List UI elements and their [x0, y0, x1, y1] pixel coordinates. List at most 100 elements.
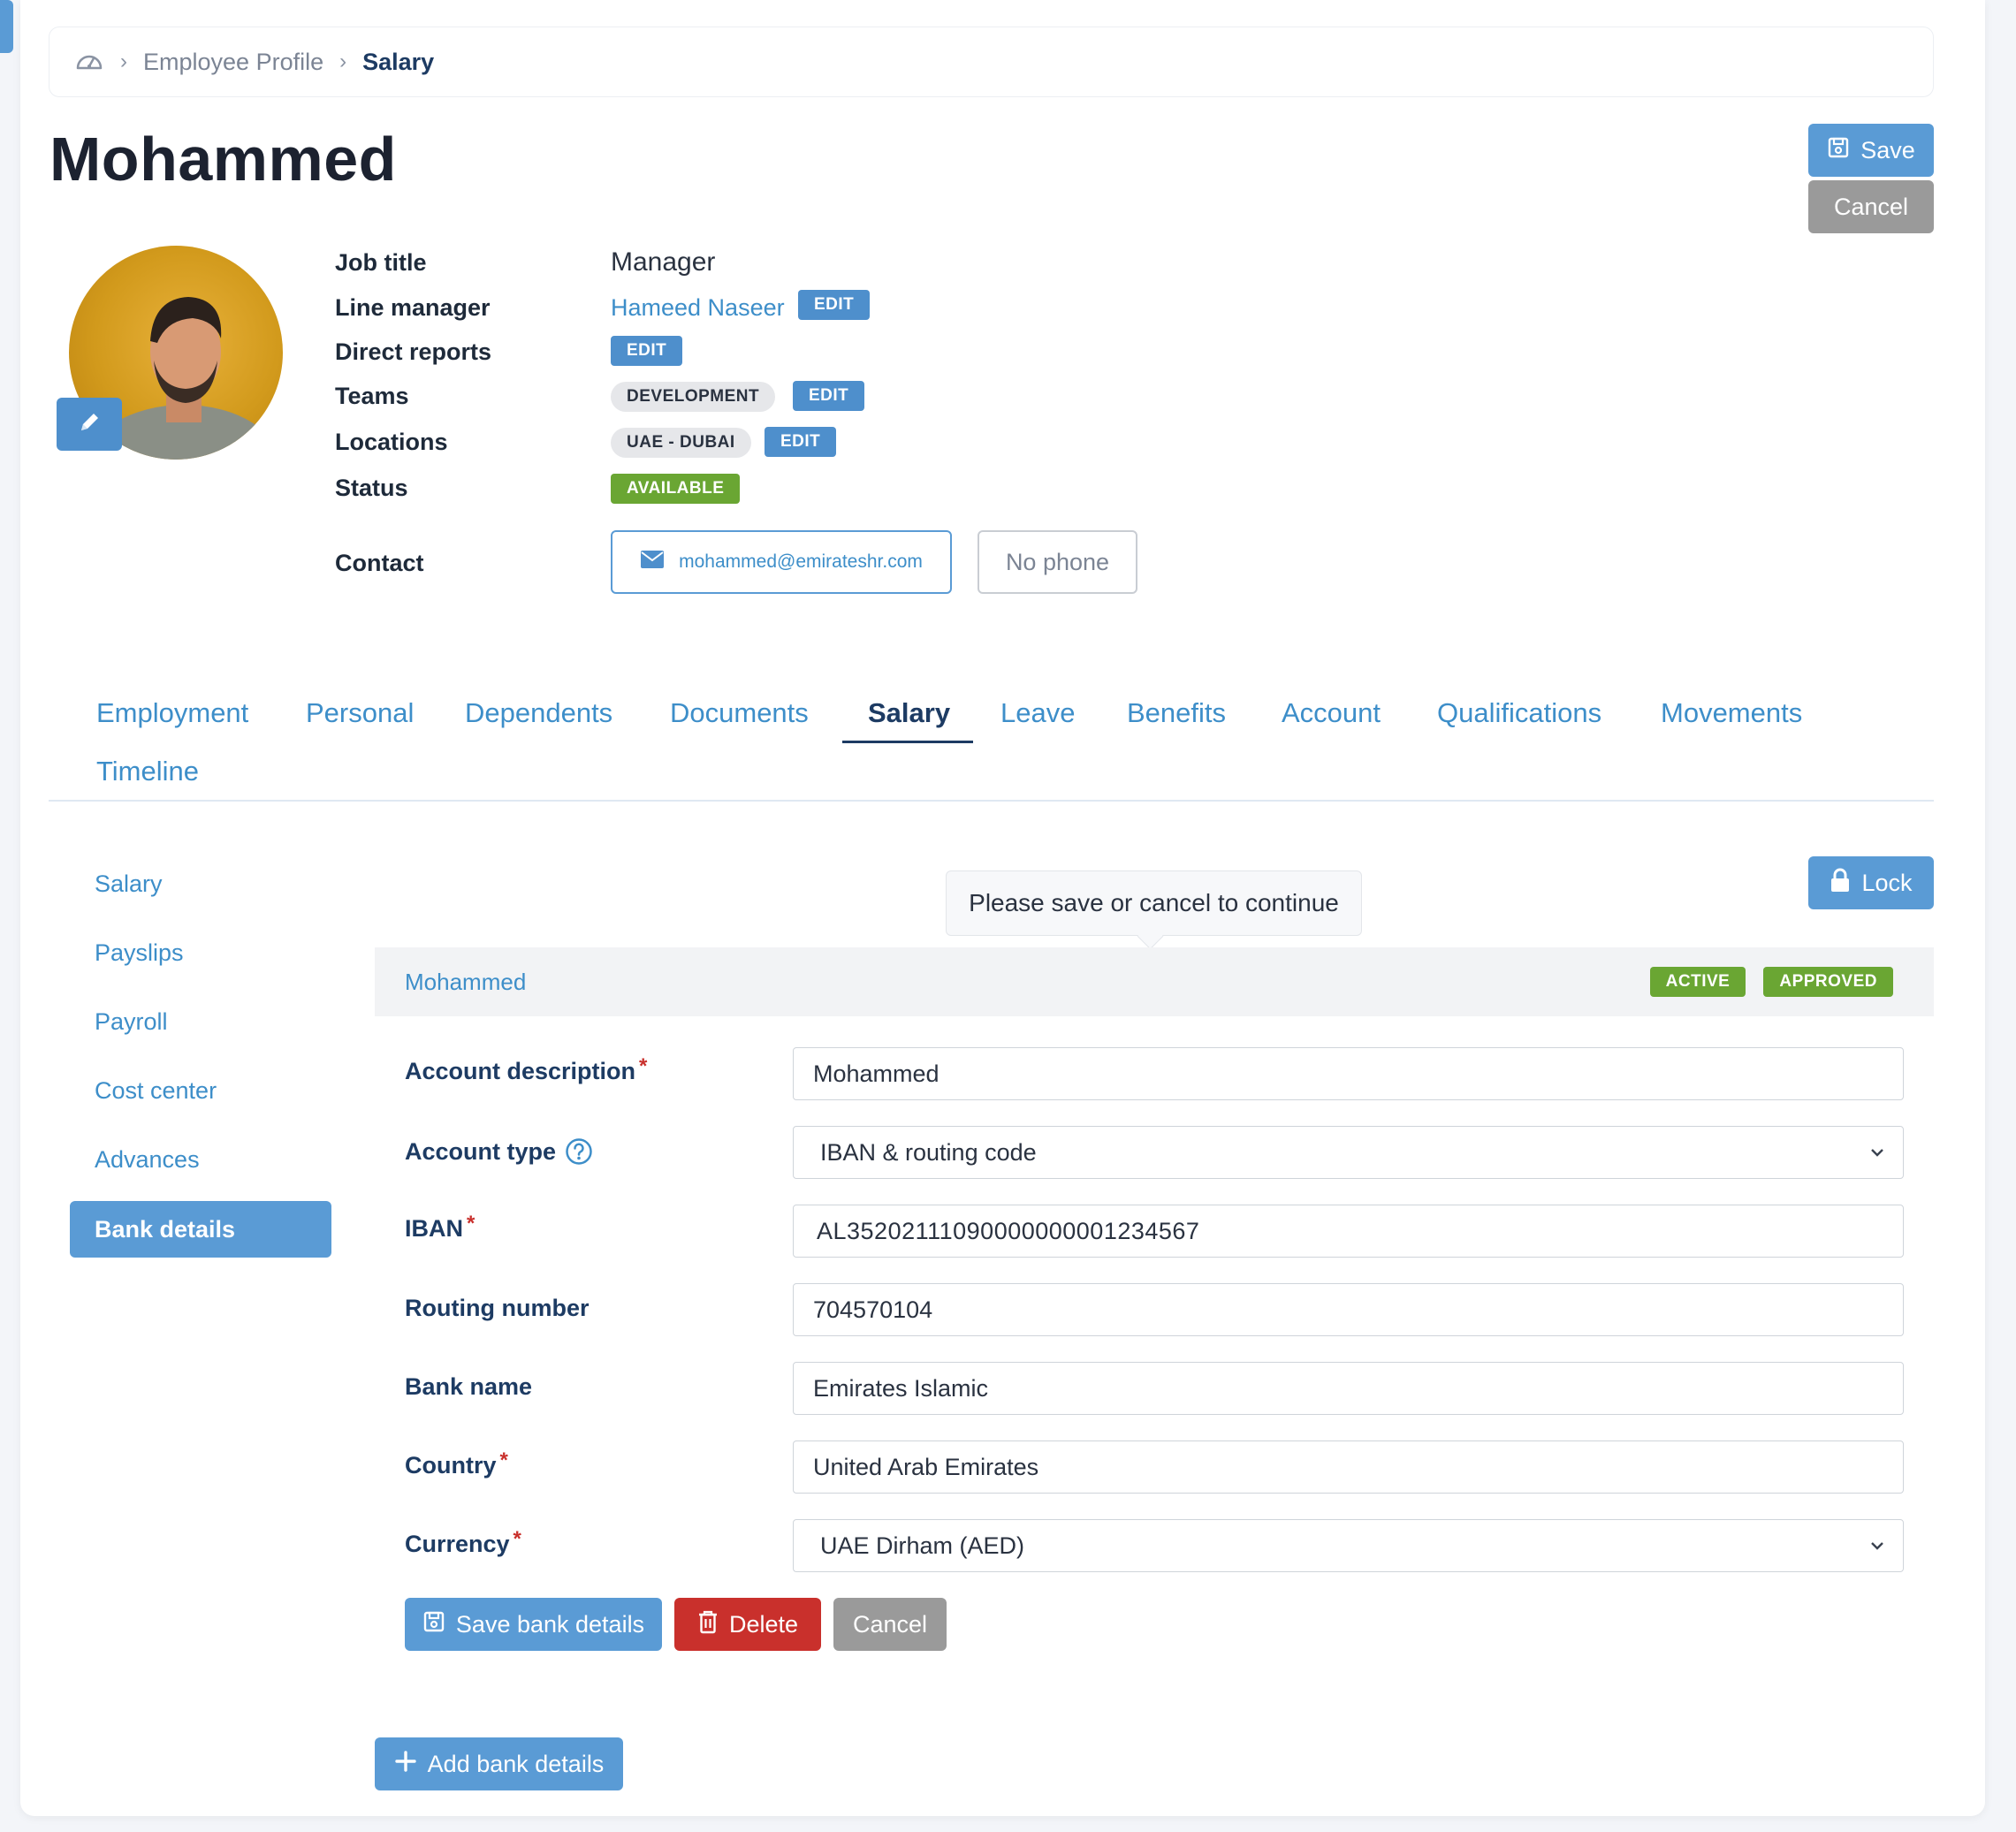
save-bank-label: Save bank details	[455, 1610, 645, 1638]
sidebar-item-payslips[interactable]: Payslips	[95, 939, 184, 967]
trash-icon	[697, 1609, 719, 1640]
tab-employment[interactable]: Employment	[96, 697, 248, 729]
locations-label: Locations	[335, 429, 448, 455]
account-description-input[interactable]: Mohammed	[793, 1047, 1904, 1100]
tab-account[interactable]: Account	[1282, 697, 1381, 729]
account-description-value: Mohammed	[813, 1060, 940, 1087]
email-button[interactable]: mohammed@emirateshr.com	[611, 530, 952, 594]
edit-direct-reports-button[interactable]: EDIT	[611, 336, 683, 366]
lock-label: Lock	[1861, 869, 1913, 896]
sidebar-item-bank-details[interactable]: Bank details	[70, 1201, 331, 1258]
required-asterisk: *	[513, 1526, 521, 1551]
avatar-edit-button[interactable]	[57, 398, 122, 451]
edit-locations-button[interactable]: EDIT	[765, 427, 837, 457]
cancel-bank-button[interactable]: Cancel	[833, 1598, 947, 1651]
iban-value: AL35202111090000000001234567	[817, 1217, 1200, 1244]
envelope-icon	[640, 550, 665, 574]
sidebar-item-label: Bank details	[95, 1215, 236, 1243]
pencil-icon	[77, 410, 102, 439]
save-button[interactable]: Save	[1808, 124, 1934, 177]
country-input[interactable]: United Arab Emirates	[793, 1441, 1904, 1494]
breadcrumb: › Employee Profile › Salary	[49, 27, 1934, 97]
account-description-label-text: Account description	[405, 1058, 636, 1084]
iban-input[interactable]: AL35202111090000000001234567	[793, 1205, 1904, 1258]
breadcrumb-employee-profile[interactable]: Employee Profile	[143, 49, 323, 76]
chevron-down-icon	[1866, 1141, 1889, 1170]
line-manager-link[interactable]: Hameed Naseer	[611, 294, 785, 322]
tooltip-text: Please save or cancel to continue	[969, 889, 1339, 916]
bank-name-label: Bank name	[405, 1373, 532, 1401]
required-asterisk: *	[639, 1053, 648, 1078]
account-type-select[interactable]: IBAN & routing code	[793, 1126, 1904, 1179]
routing-number-input[interactable]: 704570104	[793, 1283, 1904, 1336]
dashboard-gauge-icon[interactable]	[74, 47, 104, 77]
currency-select[interactable]: UAE Dirham (AED)	[793, 1519, 1904, 1572]
currency-label-text: Currency	[405, 1531, 510, 1557]
routing-number-value: 704570104	[813, 1296, 933, 1323]
active-tab-indicator	[842, 741, 973, 743]
save-disk-icon	[422, 1610, 445, 1639]
contact-label: Contact	[335, 550, 424, 576]
plus-icon	[394, 1750, 417, 1779]
tab-leave[interactable]: Leave	[1000, 697, 1075, 729]
required-asterisk: *	[499, 1448, 508, 1472]
sidebar-item-salary[interactable]: Salary	[95, 870, 163, 898]
side-drawer-handle[interactable]	[0, 0, 13, 53]
save-disk-icon	[1827, 136, 1850, 165]
tab-timeline[interactable]: Timeline	[96, 756, 199, 787]
panel-body	[375, 1016, 1934, 1694]
country-label-text: Country	[405, 1452, 497, 1479]
sidebar-item-payroll[interactable]: Payroll	[95, 1008, 168, 1036]
edit-line-manager-button[interactable]: EDIT	[798, 290, 871, 320]
job-title-value: Manager	[611, 247, 716, 277]
job-title-label: Job title	[335, 249, 427, 276]
country-label: Country *	[405, 1448, 508, 1479]
active-badge: ACTIVE	[1649, 967, 1746, 997]
tab-benefits[interactable]: Benefits	[1127, 697, 1226, 729]
team-pill: DEVELOPMENT	[611, 382, 776, 412]
account-description-label: Account description *	[405, 1054, 647, 1085]
iban-label-text: IBAN	[405, 1215, 463, 1242]
tab-qualifications[interactable]: Qualifications	[1437, 697, 1601, 729]
email-text: mohammed@emirateshr.com	[679, 551, 923, 572]
currency-label: Currency *	[405, 1527, 521, 1558]
save-bank-details-button[interactable]: Save bank details	[405, 1598, 662, 1651]
tab-dependents[interactable]: Dependents	[465, 697, 612, 729]
tab-documents[interactable]: Documents	[670, 697, 809, 729]
sidebar-item-cost-center[interactable]: Cost center	[95, 1077, 217, 1105]
add-bank-details-button[interactable]: Add bank details	[375, 1737, 623, 1790]
lock-button[interactable]: Lock	[1808, 856, 1934, 909]
bank-name-value: Emirates Islamic	[813, 1374, 989, 1402]
delete-button[interactable]: Delete	[674, 1598, 821, 1651]
cancel-label: Cancel	[1833, 193, 1909, 220]
delete-label: Delete	[728, 1610, 799, 1638]
account-type-label-text: Account type	[405, 1137, 557, 1165]
panel-badges: ACTIVE APPROVED	[1649, 967, 1893, 997]
edit-teams-button[interactable]: EDIT	[793, 381, 865, 411]
routing-number-label: Routing number	[405, 1295, 589, 1322]
status-label: Status	[335, 475, 408, 501]
required-asterisk: *	[467, 1211, 475, 1235]
iban-label: IBAN *	[405, 1211, 475, 1243]
breadcrumb-chevron-icon: ›	[339, 49, 347, 73]
location-pill: UAE - DUBAI	[611, 428, 751, 458]
tab-personal[interactable]: Personal	[306, 697, 414, 729]
panel-header: Mohammed ACTIVE APPROVED	[375, 947, 1934, 1016]
employee-name: Mohammed	[49, 125, 397, 194]
phone-button[interactable]: No phone	[978, 530, 1137, 594]
line-manager-label: Line manager	[335, 294, 491, 321]
lock-icon	[1830, 868, 1851, 899]
panel-title: Mohammed	[405, 968, 527, 995]
tab-movements[interactable]: Movements	[1661, 697, 1802, 729]
breadcrumb-chevron-icon: ›	[120, 49, 127, 73]
help-question-icon[interactable]	[565, 1137, 593, 1166]
currency-value: UAE Dirham (AED)	[820, 1532, 1025, 1559]
tab-salary[interactable]: Salary	[868, 697, 950, 729]
bank-name-label-text: Bank name	[405, 1373, 533, 1400]
cancel-bank-label: Cancel	[852, 1610, 928, 1638]
bank-name-input[interactable]: Emirates Islamic	[793, 1362, 1904, 1415]
routing-number-label-text: Routing number	[405, 1295, 590, 1321]
account-type-label: Account type	[405, 1137, 593, 1166]
cancel-button[interactable]: Cancel	[1808, 180, 1934, 233]
sidebar-item-advances[interactable]: Advances	[95, 1146, 200, 1174]
